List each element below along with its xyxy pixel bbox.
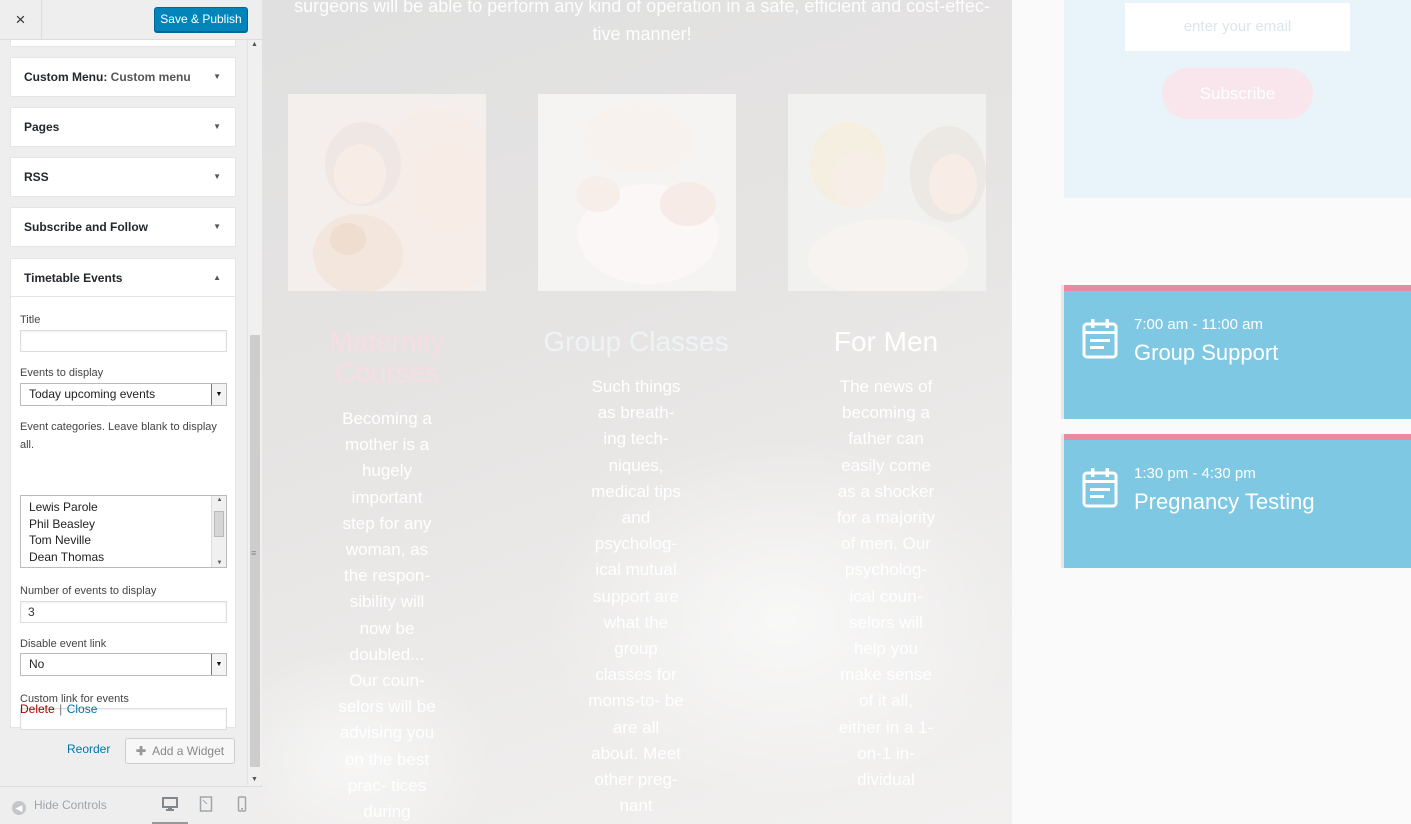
desktop-icon[interactable] (162, 796, 178, 812)
maternity-courses-text: Becoming a mother is a hugely important … (338, 409, 436, 822)
hide-controls-label: Hide Controls (34, 798, 107, 812)
tablet-icon[interactable] (198, 796, 214, 812)
expand-arrow-icon[interactable]: ▼ (213, 208, 221, 246)
widget-title: RSS (24, 170, 49, 184)
collapse-arrow-icon: ◀ (12, 801, 26, 815)
customizer-footer: ◀ Hide Controls (0, 786, 262, 824)
sidebar-scrollbar[interactable]: ▲ ≡ ▼ (247, 40, 262, 785)
title-label: Title (20, 314, 41, 326)
dropdown-arrow-icon[interactable]: ▼ (211, 384, 226, 405)
widget-stub (10, 40, 236, 47)
select-value: No (29, 657, 45, 671)
for-men-title[interactable]: For Men (786, 326, 986, 357)
calendar-icon (1082, 468, 1118, 508)
customizer-header: × Save & Publish (0, 0, 262, 40)
number-of-events-input[interactable]: 3 (20, 601, 227, 623)
plus-icon: ✚ (136, 744, 147, 758)
widget-timetable-events[interactable]: Timetable Events ▲ (10, 258, 236, 298)
scroll-down-icon[interactable]: ▼ (212, 560, 227, 566)
maternity-photo (288, 94, 486, 291)
subscribe-button[interactable]: Subscribe (1162, 68, 1313, 119)
timetable-events-form: Title Events to display Today upcoming e… (10, 296, 236, 730)
scroll-down-icon[interactable]: ▼ (251, 776, 258, 783)
group-classes-photo (538, 94, 736, 291)
dropdown-arrow-icon[interactable]: ▼ (211, 654, 226, 675)
widget-title: Custom Menu: (24, 70, 108, 84)
close-icon: × (15, 10, 26, 29)
email-input[interactable]: enter your email (1125, 3, 1350, 51)
widget-subscribe-follow[interactable]: Subscribe and Follow ▼ (10, 207, 236, 247)
event-categories-list[interactable]: Lewis Parole Phil Beasley Tom Neville De… (20, 495, 227, 568)
category-option[interactable]: Lewis Parole (29, 499, 226, 516)
scroll-up-icon[interactable]: ▲ (251, 41, 258, 48)
site-preview: surgeons will be able to perform any kin… (262, 0, 1411, 824)
add-widget-label: Add a Widget (152, 744, 225, 758)
calendar-icon (1082, 319, 1118, 359)
customizer-sidebar: × Save & Publish Custom Menu: Custom men… (0, 0, 262, 824)
events-to-display-label: Events to display (20, 367, 104, 379)
widget-title: Subscribe and Follow (24, 220, 149, 234)
title-input[interactable] (20, 330, 227, 352)
category-option[interactable]: Phil Beasley (29, 516, 226, 533)
event-time: 7:00 am - 11:00 am (1134, 316, 1263, 333)
category-option[interactable]: Tom Neville (29, 532, 226, 549)
event-title[interactable]: Pregnancy Testing (1134, 489, 1315, 515)
events-to-display-select[interactable]: Today upcoming events ▼ (20, 383, 227, 406)
group-classes-title[interactable]: Group Classes (536, 326, 736, 357)
list-scroll-thumb[interactable] (214, 511, 224, 537)
disable-event-link-label: Disable event link (20, 638, 107, 650)
for-men-text: The news of becoming a father can easily… (836, 377, 936, 790)
for-men-photo (788, 94, 986, 291)
hide-controls-button[interactable]: ◀ Hide Controls (12, 798, 107, 815)
delete-link[interactable]: Delete (20, 702, 55, 716)
widget-title: Timetable Events (24, 271, 123, 285)
expand-arrow-icon[interactable]: ▼ (213, 58, 221, 96)
expand-arrow-icon[interactable]: ▼ (213, 108, 221, 146)
expand-arrow-icon[interactable]: ▼ (213, 158, 221, 196)
event-categories-label: Event categories. Leave blank to display… (20, 421, 217, 451)
widgets-panel: Custom Menu: Custom menu ▼ Pages ▼ RSS ▼… (10, 40, 236, 730)
event-time: 1:30 pm - 4:30 pm (1134, 465, 1256, 482)
disable-event-link-select[interactable]: No ▼ (20, 653, 227, 676)
event-card[interactable]: 1:30 pm - 4:30 pm Pregnancy Testing (1064, 434, 1411, 568)
widget-subtitle: Custom menu (110, 70, 191, 84)
mobile-icon[interactable] (234, 796, 250, 812)
intro-text: surgeons will be able to perform any kin… (294, 0, 990, 44)
widget-title: Pages (24, 120, 60, 134)
widget-custom-menu[interactable]: Custom Menu: Custom menu ▼ (10, 57, 236, 97)
close-customizer-button[interactable]: × (0, 0, 42, 40)
list-scrollbar[interactable]: ▲ ▼ (211, 496, 226, 567)
save-publish-button[interactable]: Save & Publish (154, 7, 248, 32)
category-option[interactable]: Dean Thomas (29, 549, 226, 566)
separator: | (59, 702, 63, 716)
reorder-link[interactable]: Reorder (67, 742, 110, 756)
widget-pages[interactable]: Pages ▼ (10, 107, 236, 147)
collapse-arrow-icon[interactable]: ▲ (213, 259, 221, 297)
maternity-courses-title[interactable]: Maternity Courses (287, 326, 487, 388)
event-card[interactable]: 7:00 am - 11:00 am Group Support (1064, 285, 1411, 419)
number-of-events-label: Number of events to display (20, 585, 157, 597)
add-widget-button[interactable]: ✚ Add a Widget (125, 738, 235, 764)
widget-rss[interactable]: RSS ▼ (10, 157, 236, 197)
event-title[interactable]: Group Support (1134, 340, 1278, 366)
close-link[interactable]: Close (67, 702, 98, 716)
select-value: Today upcoming events (29, 387, 156, 401)
group-classes-text: Such things as breath- ing tech- niques,… (588, 377, 684, 816)
subscribe-widget: enter your email Subscribe (1064, 0, 1411, 198)
grip-icon: ≡ (251, 548, 257, 558)
scroll-up-icon[interactable]: ▲ (212, 497, 227, 503)
widget-actions: Delete | Close (20, 700, 97, 718)
